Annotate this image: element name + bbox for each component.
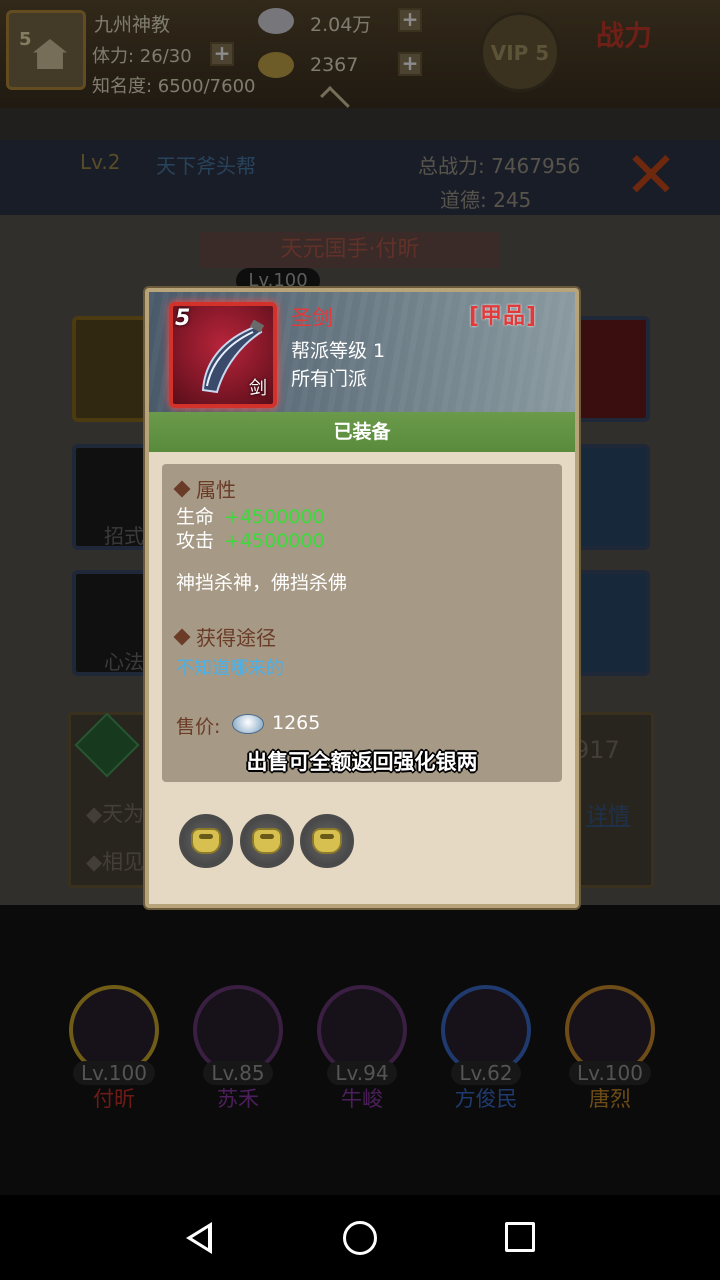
- attr-value: +4500000: [224, 506, 325, 528]
- attributes-box: 属性 生命 +4500000 攻击 +4500000 神挡杀神，佛挡杀佛 获得途径 …: [162, 464, 562, 782]
- item-type: 剑: [249, 378, 267, 399]
- source-text: 不知道哪来的: [176, 658, 284, 679]
- price-label: 售价:: [176, 716, 221, 738]
- attr-value: +4500000: [224, 530, 325, 552]
- source-section-title: 获得途径: [173, 622, 276, 651]
- attr-name: 生命: [176, 506, 215, 528]
- item-star-level: 5: [175, 306, 191, 331]
- source-title-text: 获得途径: [196, 626, 276, 650]
- recent-apps-icon[interactable]: [505, 1222, 535, 1252]
- equipped-status: 已装备: [149, 412, 575, 452]
- item-detail-dialog: 5 剑 圣剑 [甲品] 帮派等级 1 所有门派 已装备 属性 生命 +450000…: [145, 288, 579, 908]
- item-icon-frame: 5 剑: [169, 302, 277, 408]
- item-requirement: 帮派等级 1: [291, 340, 386, 362]
- attr-title-text: 属性: [196, 478, 236, 502]
- item-school: 所有门派: [291, 368, 368, 390]
- gem-icon: [191, 828, 221, 854]
- price-value: 1265: [272, 712, 321, 734]
- silver-ingot-icon: [232, 714, 264, 734]
- diamond-icon: [173, 480, 191, 498]
- gem-slot-1[interactable]: [179, 814, 233, 868]
- item-name: 圣剑: [291, 306, 333, 330]
- gem-icon: [252, 828, 282, 854]
- attr-name: 攻击: [176, 530, 215, 552]
- gem-icon: [312, 828, 342, 854]
- sell-tip: 出售可全额返回强化银两: [246, 750, 478, 774]
- diamond-icon: [173, 628, 191, 646]
- home-button-icon[interactable]: [343, 1221, 377, 1255]
- gem-slot-2[interactable]: [240, 814, 294, 868]
- attr-attack: 攻击 +4500000: [176, 526, 325, 553]
- gem-slot-3[interactable]: [300, 814, 354, 868]
- back-icon-inner: [192, 1228, 208, 1248]
- item-grade: [甲品]: [469, 304, 538, 329]
- attr-section-title: 属性: [173, 474, 236, 503]
- attr-hp: 生命 +4500000: [176, 502, 325, 529]
- flavor-text: 神挡杀神，佛挡杀佛: [176, 572, 348, 594]
